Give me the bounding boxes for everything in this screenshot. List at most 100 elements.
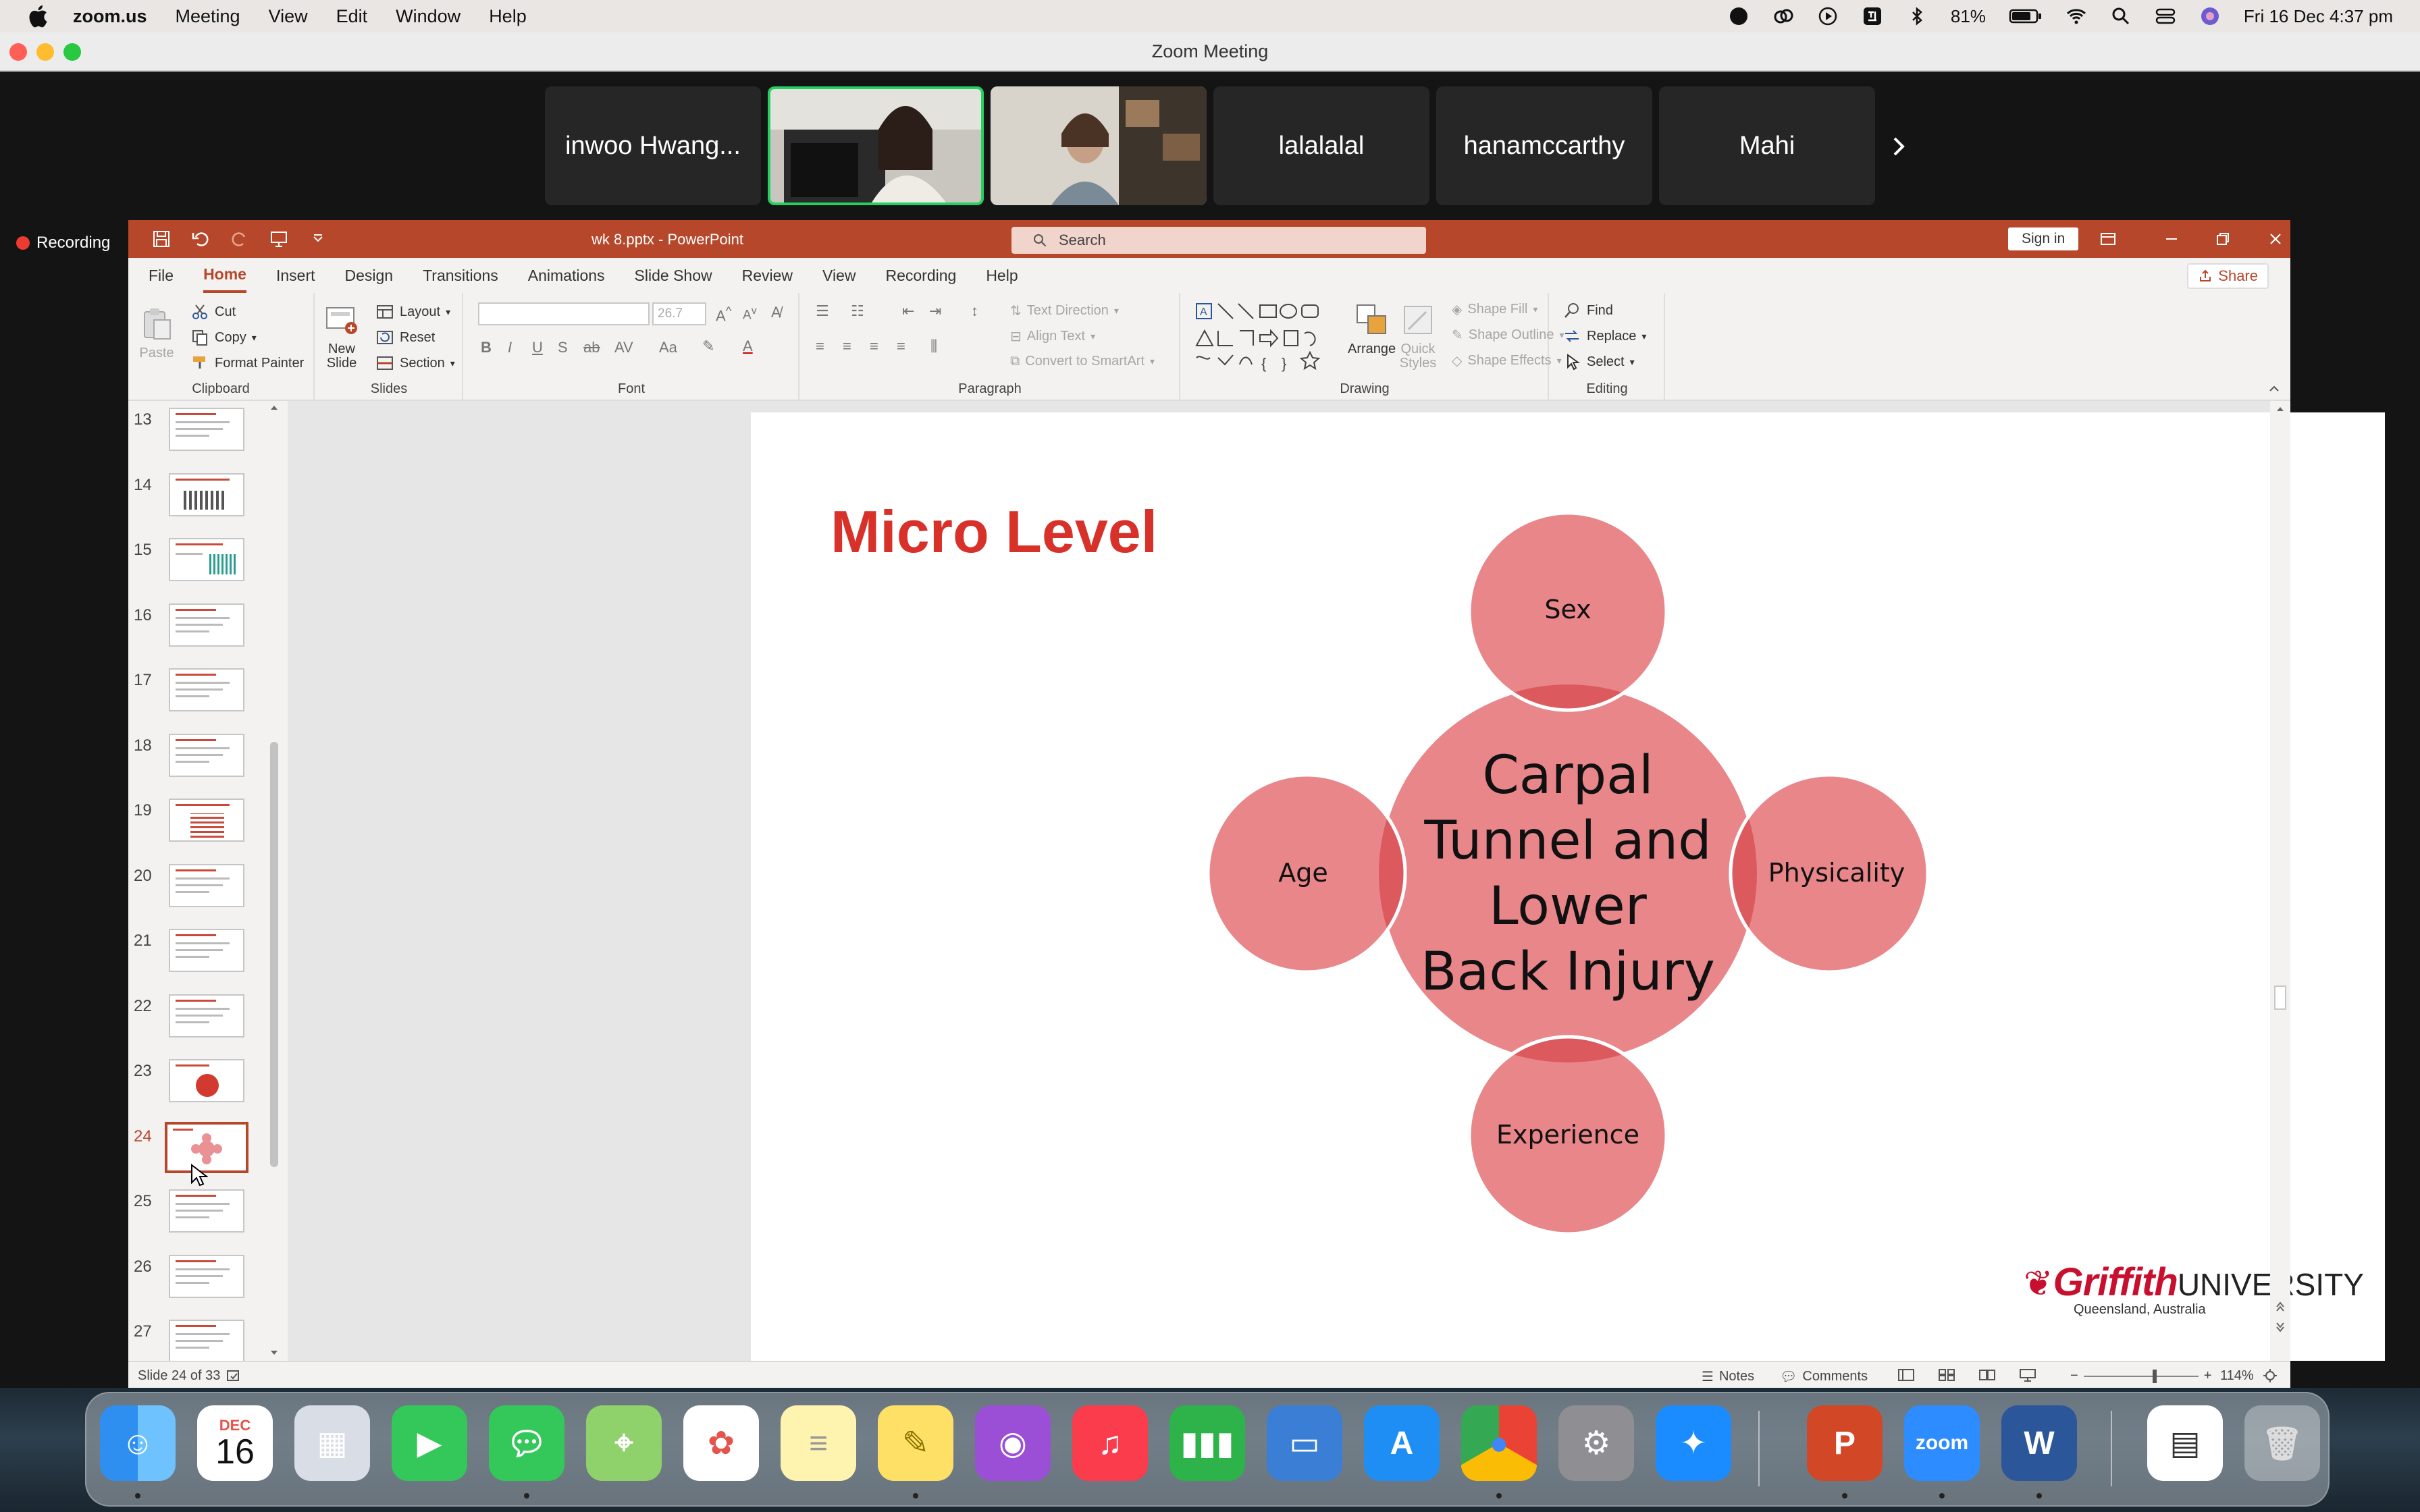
chrome-icon[interactable]: ● (1461, 1405, 1537, 1481)
siri-icon[interactable] (2199, 5, 2221, 27)
slide-thumbnail-27[interactable]: 27 (128, 1320, 284, 1361)
scrollbar-thumb[interactable] (2274, 986, 2286, 1010)
slide-thumbnail-image[interactable] (169, 1254, 244, 1298)
previous-slide-icon[interactable] (2270, 1299, 2290, 1315)
close-window-button[interactable] (9, 43, 27, 61)
shapes-gallery[interactable]: A {} (1194, 301, 1342, 373)
increase-indent-button[interactable]: ⇥ (929, 302, 941, 320)
left-circle-label[interactable]: Age (1202, 858, 1404, 888)
safari-icon[interactable]: ✦ (1656, 1405, 1731, 1481)
tab-transitions[interactable]: Transitions (423, 258, 498, 293)
align-text-button[interactable]: ⊟ Align Text ▾ (1010, 328, 1095, 345)
app-store-icon[interactable]: A (1364, 1405, 1440, 1481)
section-button[interactable]: Section ▾ (375, 354, 455, 373)
slide-thumbnail-image[interactable] (169, 929, 244, 972)
ppt-search-box[interactable]: Search (1011, 227, 1426, 254)
maps-icon[interactable]: ⌖ (586, 1405, 662, 1481)
decrease-indent-button[interactable]: ⇤ (902, 302, 914, 320)
share-button[interactable]: Share (2187, 263, 2269, 289)
word-icon[interactable]: W (2001, 1405, 2077, 1481)
find-button[interactable]: Find (1562, 301, 1613, 320)
scroll-up-icon[interactable] (267, 401, 281, 414)
play-icon[interactable] (1817, 5, 1839, 27)
quick-styles-button[interactable]: Quick Styles (1399, 301, 1437, 371)
messages-icon[interactable]: 💬︎ (489, 1405, 564, 1481)
present-icon[interactable] (269, 229, 289, 249)
menu-app-name[interactable]: zoom.us (73, 6, 147, 27)
apple-icon[interactable] (26, 3, 53, 30)
calendar-icon[interactable]: DEC 16 (197, 1405, 273, 1481)
slide-thumbnail-21[interactable]: 21 (128, 929, 284, 994)
minimize-window-button[interactable] (36, 43, 54, 61)
undo-icon[interactable] (190, 229, 211, 249)
slide-thumbnail-image[interactable] (169, 408, 244, 451)
participant-video[interactable] (991, 86, 1207, 205)
slide-thumbnail-image[interactable] (169, 1059, 244, 1102)
control-center-icon[interactable] (2155, 5, 2176, 27)
slide-thumbnail-23[interactable]: 23 (128, 1059, 284, 1124)
notes-icon[interactable]: ≡ (781, 1405, 856, 1481)
menu-view[interactable]: View (269, 6, 308, 27)
document-preview-icon[interactable]: ▤ (2147, 1405, 2223, 1481)
slide-thumbnail-14[interactable]: 14 (128, 473, 284, 538)
italic-button[interactable]: I (508, 339, 512, 356)
podcasts-icon[interactable]: ◉ (975, 1405, 1051, 1481)
trash-icon[interactable]: 🗑︎ (2244, 1405, 2320, 1481)
change-case-button[interactable]: Aa (659, 339, 677, 356)
slide-thumbnail-image[interactable] (169, 603, 244, 647)
zoom-track[interactable] (2083, 1369, 2199, 1383)
creative-cloud-icon[interactable] (1772, 5, 1794, 27)
music-icon[interactable]: ♫ (1072, 1405, 1148, 1481)
highlight-color-button[interactable]: ✎ (702, 338, 714, 355)
tab-home[interactable]: Home (203, 258, 246, 293)
tab-insert[interactable]: Insert (276, 258, 315, 293)
participant-tile[interactable]: hanamccarthy (1436, 86, 1652, 205)
slide-thumbnail-22[interactable]: 22 (128, 994, 284, 1059)
slide-thumbnail-15[interactable]: 15 (128, 538, 284, 603)
reset-button[interactable]: Reset (375, 328, 435, 347)
scroll-down-icon[interactable] (267, 1346, 281, 1359)
menu-help[interactable]: Help (489, 6, 527, 27)
slide-thumbnail-16[interactable]: 16 (128, 603, 284, 668)
text-direction-button[interactable]: ⇅ Text Direction ▾ (1010, 302, 1119, 319)
bullets-button[interactable]: ☰ (816, 302, 829, 320)
fit-slide-button[interactable] (2262, 1368, 2278, 1383)
close-button[interactable] (2262, 225, 2289, 252)
bottom-circle-label[interactable]: Experience (1446, 1120, 1689, 1150)
zoom-out-icon[interactable]: − (2070, 1368, 2078, 1384)
arrange-button[interactable]: Arrange (1348, 301, 1396, 357)
accessibility-icon[interactable] (226, 1369, 240, 1384)
slide-thumbnail-19[interactable]: 19 (128, 799, 284, 863)
keynote-icon[interactable]: ▭ (1267, 1405, 1342, 1481)
zoom-window-button[interactable] (63, 43, 81, 61)
ribbon-display-options-button[interactable] (2095, 225, 2122, 252)
powerpoint-icon[interactable]: P (1807, 1405, 1883, 1481)
shape-effects-button[interactable]: ◇ Shape Effects ▾ (1452, 352, 1562, 369)
menu-window[interactable]: Window (396, 6, 461, 27)
finder-icon[interactable]: ☺ (100, 1405, 176, 1481)
battery-icon[interactable] (2009, 5, 2043, 27)
normal-view-button[interactable] (1897, 1368, 1915, 1382)
align-left-button[interactable]: ≡ (816, 338, 824, 355)
next-slide-icon[interactable] (2270, 1319, 2290, 1335)
character-spacing-button[interactable]: AV (614, 339, 633, 356)
tab-file[interactable]: File (149, 258, 174, 293)
font-color-button[interactable]: A (743, 338, 753, 355)
zoom-slider[interactable]: − + (2070, 1368, 2211, 1384)
facetime-icon[interactable]: ▶ (392, 1405, 467, 1481)
line-spacing-button[interactable]: ↕ (971, 302, 978, 320)
numbers-icon[interactable]: ▮▮▮ (1169, 1405, 1245, 1481)
current-slide[interactable]: Micro Level Carpal Tunnel and Lower Back… (751, 412, 2385, 1361)
participant-video-active-speaker[interactable] (768, 86, 984, 205)
convert-smartart-button[interactable]: ⧉ Convert to SmartArt ▾ (1010, 354, 1155, 369)
redo-icon[interactable] (230, 229, 250, 249)
slide-thumbnail-17[interactable]: 17 (128, 668, 284, 733)
columns-button[interactable]: ⫼ (930, 338, 937, 355)
comments-button[interactable]: 💬︎ Comments (1780, 1368, 1868, 1385)
paste-button[interactable]: Paste (138, 305, 176, 361)
tab-slide-show[interactable]: Slide Show (635, 258, 712, 293)
slide-thumbnail-26[interactable]: 26 (128, 1254, 284, 1320)
shape-fill-button[interactable]: ◈ Shape Fill ▾ (1452, 301, 1537, 318)
slide-thumbnail-image[interactable] (169, 863, 244, 907)
wifi-icon[interactable] (2066, 5, 2087, 27)
